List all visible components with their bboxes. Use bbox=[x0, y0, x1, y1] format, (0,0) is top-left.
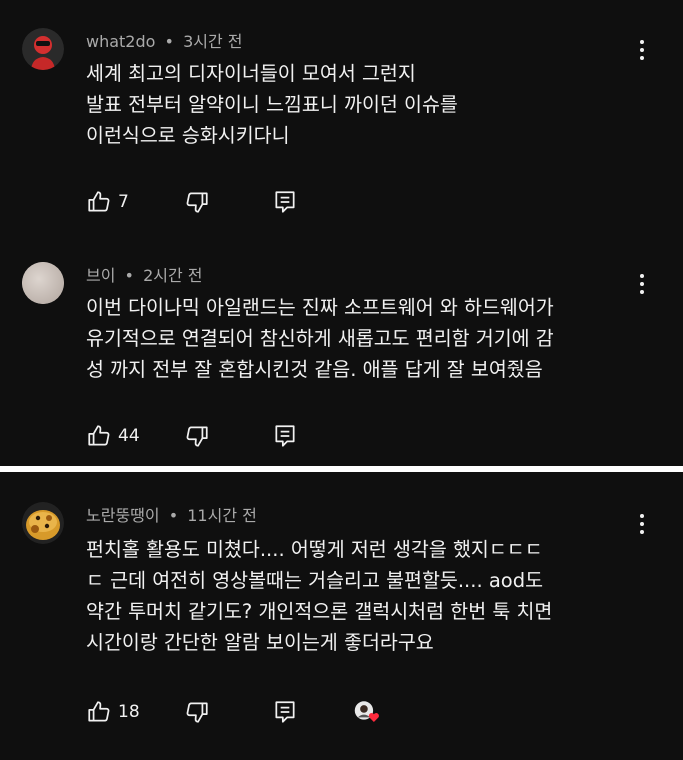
like-button[interactable]: 7 bbox=[86, 188, 129, 216]
author-name[interactable]: what2do bbox=[86, 32, 155, 51]
thumbs-down-icon bbox=[186, 702, 208, 723]
thumbs-down-icon bbox=[186, 192, 208, 213]
comment-actions: 7 bbox=[86, 188, 386, 216]
reply-button[interactable] bbox=[272, 422, 298, 450]
reply-icon bbox=[275, 701, 295, 723]
dislike-button[interactable] bbox=[184, 188, 210, 216]
dislike-button[interactable] bbox=[184, 422, 210, 450]
more-vert-icon bbox=[640, 512, 644, 536]
comment-actions: 18 bbox=[86, 698, 406, 726]
comment-meta: 브이 • 2시간 전 bbox=[86, 266, 203, 286]
comment-meta: 노란뚱땡이 • 11시간 전 bbox=[86, 506, 257, 526]
creator-heart-icon bbox=[354, 701, 379, 722]
comment-line: 세계 최고의 디자이너들이 모여서 그런지 bbox=[86, 62, 416, 85]
like-count: 7 bbox=[118, 192, 129, 212]
avatar[interactable] bbox=[22, 502, 64, 544]
comment-line: 이런식으로 승화시키다니 bbox=[86, 124, 290, 147]
comment-line: 펀치홀 활용도 미쳤다.... 어떻게 저런 생각을 했지ㄷㄷㄷ bbox=[86, 538, 543, 561]
reply-button[interactable] bbox=[272, 188, 298, 216]
comment-text: 이번 다이나믹 아일랜드는 진짜 소프트웨어 와 하드웨어가 유기적으로 연결되… bbox=[86, 292, 646, 385]
comment-line: 이번 다이나믹 아일랜드는 진짜 소프트웨어 와 하드웨어가 bbox=[86, 296, 554, 319]
thumbs-down-icon bbox=[186, 426, 208, 447]
like-count: 44 bbox=[118, 426, 140, 446]
comment-item: 노란뚱땡이 • 11시간 전 펀치홀 활용도 미쳤다.... 어떻게 저런 생각… bbox=[0, 502, 683, 752]
comment-time[interactable]: 3시간 전 bbox=[183, 32, 242, 51]
comment-time[interactable]: 2시간 전 bbox=[143, 266, 202, 285]
more-options-button[interactable] bbox=[630, 38, 654, 62]
avatar[interactable] bbox=[22, 262, 64, 304]
comment-line: 유기적으로 연결되어 참신하게 새롭고도 편리함 거기에 감 bbox=[86, 327, 554, 350]
comments-panel-top: what2do • 3시간 전 세계 최고의 디자이너들이 모여서 그런지 발표… bbox=[0, 0, 683, 466]
comment-line: 약간 투머치 같기도? 개인적으론 갤럭시처럼 한번 툭 치면 bbox=[86, 600, 553, 623]
comment-line: 시간이랑 간단한 알람 보이는게 좋더라구요 bbox=[86, 631, 434, 654]
like-button[interactable]: 44 bbox=[86, 422, 140, 450]
comment-line: ㄷ 근데 여전히 영상볼때는 거슬리고 불편할듯.... aod도 bbox=[86, 569, 544, 592]
more-vert-icon bbox=[640, 272, 644, 296]
comment-meta: what2do • 3시간 전 bbox=[86, 32, 243, 52]
more-options-button[interactable] bbox=[630, 512, 654, 536]
like-button[interactable]: 18 bbox=[86, 698, 140, 726]
meta-separator: • bbox=[124, 266, 134, 285]
meta-separator: • bbox=[164, 32, 174, 51]
more-vert-icon bbox=[640, 38, 644, 62]
comments-panel-bottom: 노란뚱땡이 • 11시간 전 펀치홀 활용도 미쳤다.... 어떻게 저런 생각… bbox=[0, 472, 683, 760]
comment-line: 성 까지 전부 잘 혼합시킨것 같음. 애플 답게 잘 보여줬음 bbox=[86, 358, 543, 381]
thumbs-up-icon bbox=[88, 425, 110, 446]
comment-actions: 44 bbox=[86, 422, 386, 450]
reply-button[interactable] bbox=[272, 698, 298, 726]
reply-icon bbox=[275, 425, 295, 447]
author-name[interactable]: 노란뚱땡이 bbox=[86, 506, 160, 525]
comment-text: 세계 최고의 디자이너들이 모여서 그런지 발표 전부터 알약이니 느낌표니 까… bbox=[86, 58, 646, 151]
creator-heart-badge bbox=[354, 698, 388, 726]
comment-time[interactable]: 11시간 전 bbox=[187, 506, 257, 525]
more-options-button[interactable] bbox=[630, 272, 654, 296]
avatar[interactable] bbox=[22, 28, 64, 70]
author-name[interactable]: 브이 bbox=[86, 266, 115, 285]
comment-item: 브이 • 2시간 전 이번 다이나믹 아일랜드는 진짜 소프트웨어 와 하드웨어… bbox=[0, 262, 683, 462]
reply-icon bbox=[275, 191, 295, 213]
comment-item: what2do • 3시간 전 세계 최고의 디자이너들이 모여서 그런지 발표… bbox=[0, 28, 683, 228]
comment-text: 펀치홀 활용도 미쳤다.... 어떻게 저런 생각을 했지ㄷㄷㄷ ㄷ 근데 여전… bbox=[86, 534, 646, 658]
like-count: 18 bbox=[118, 702, 140, 722]
thumbs-up-icon bbox=[88, 701, 110, 722]
dislike-button[interactable] bbox=[184, 698, 210, 726]
meta-separator: • bbox=[168, 506, 179, 525]
comment-line: 발표 전부터 알약이니 느낌표니 까이던 이슈를 bbox=[86, 93, 458, 116]
thumbs-up-icon bbox=[88, 191, 110, 212]
